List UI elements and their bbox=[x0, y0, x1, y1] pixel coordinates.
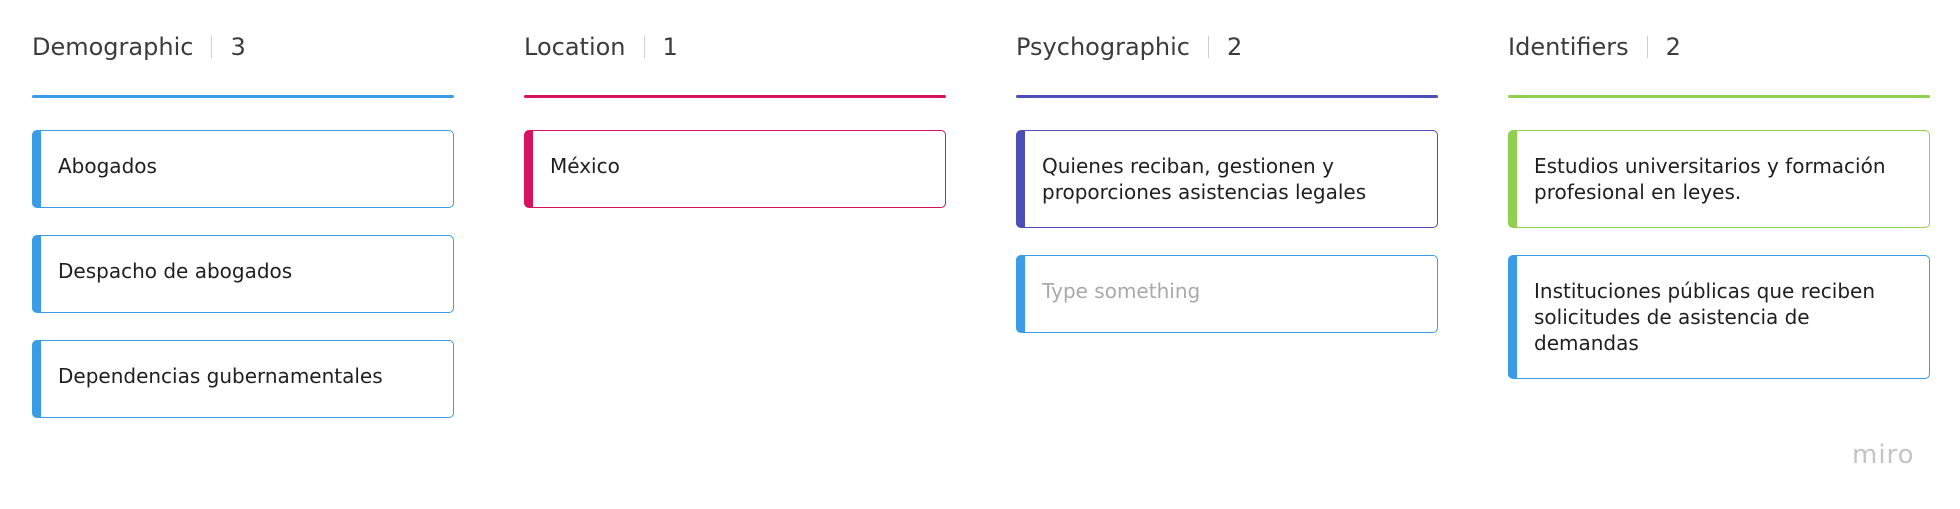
card[interactable]: Quienes reciban, gestionen y proporcione… bbox=[1016, 130, 1438, 228]
new-card-input[interactable]: Type something bbox=[1016, 255, 1438, 333]
header-divider bbox=[643, 36, 645, 58]
column-psychographic: Psychographic 2 Quienes reciban, gestion… bbox=[1016, 28, 1438, 333]
column-underline bbox=[524, 95, 946, 98]
header-divider bbox=[211, 36, 213, 58]
header-divider bbox=[1207, 36, 1209, 58]
column-demographic: Demographic 3 Abogados Despacho de aboga… bbox=[32, 28, 454, 418]
column-title: Demographic bbox=[32, 33, 194, 61]
column-header[interactable]: Location 1 bbox=[524, 28, 946, 66]
card[interactable]: México bbox=[524, 130, 946, 208]
header-divider bbox=[1646, 36, 1648, 58]
column-count: 2 bbox=[1665, 33, 1681, 61]
column-identifiers: Identifiers 2 Estudios universitarios y … bbox=[1508, 28, 1930, 379]
card[interactable]: Instituciones públicas que reciben solic… bbox=[1508, 255, 1930, 379]
column-underline bbox=[32, 95, 454, 98]
miro-logo: miro bbox=[1852, 440, 1915, 470]
card-list: Quienes reciban, gestionen y proporcione… bbox=[1016, 130, 1438, 333]
card-list: México bbox=[524, 130, 946, 208]
column-header[interactable]: Psychographic 2 bbox=[1016, 28, 1438, 66]
column-title: Location bbox=[524, 33, 626, 61]
column-count: 1 bbox=[662, 33, 678, 61]
card[interactable]: Abogados bbox=[32, 130, 454, 208]
column-title: Psychographic bbox=[1016, 33, 1190, 61]
column-title: Identifiers bbox=[1508, 33, 1629, 61]
card[interactable]: Despacho de abogados bbox=[32, 235, 454, 313]
column-header[interactable]: Identifiers 2 bbox=[1508, 28, 1930, 66]
column-location: Location 1 México bbox=[524, 28, 946, 208]
card-list: Abogados Despacho de abogados Dependenci… bbox=[32, 130, 454, 418]
column-count: 3 bbox=[230, 33, 246, 61]
card-list: Estudios universitarios y formación prof… bbox=[1508, 130, 1930, 379]
card[interactable]: Estudios universitarios y formación prof… bbox=[1508, 130, 1930, 228]
column-header[interactable]: Demographic 3 bbox=[32, 28, 454, 66]
column-underline bbox=[1016, 95, 1438, 98]
board: Demographic 3 Abogados Despacho de aboga… bbox=[0, 0, 1960, 509]
column-count: 2 bbox=[1226, 33, 1243, 61]
card[interactable]: Dependencias gubernamentales bbox=[32, 340, 454, 418]
column-underline bbox=[1508, 95, 1930, 98]
